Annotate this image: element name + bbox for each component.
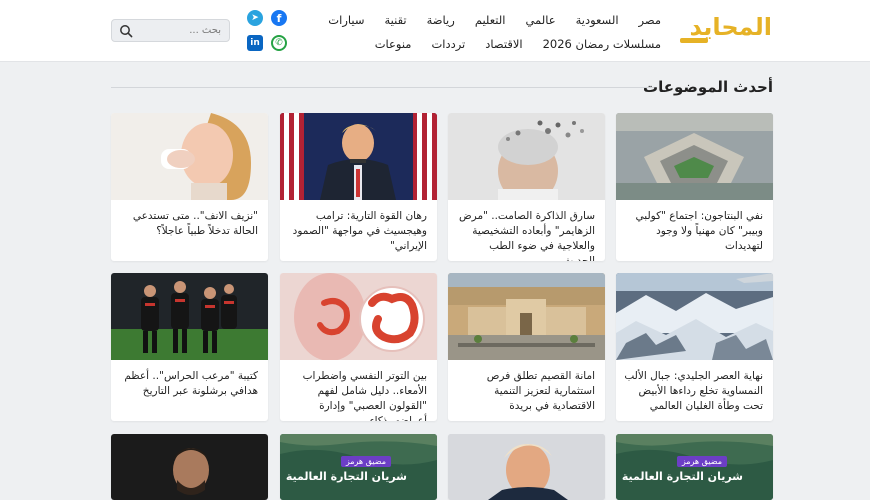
nav-item-sports[interactable]: رياضة	[417, 11, 465, 29]
article-image-trade-route: مضيق هرمز شريان التجارة العالمية	[280, 434, 437, 500]
article-title[interactable]: نهاية العصر الجليدي: جبال الألب النمساوي…	[616, 360, 773, 421]
article-card[interactable]: مضيق هرمز شريان التجارة العالمية	[616, 434, 773, 500]
article-card[interactable]: نفي البنتاجون: اجتماع "كولبي وبيبر" كان …	[616, 113, 773, 261]
article-card[interactable]: نهاية العصر الجليدي: جبال الألب النمساوي…	[616, 273, 773, 421]
search-input[interactable]	[141, 23, 221, 38]
main-nav-row-1: مصر السعودية عالمي التعليم رياضة تقنية س…	[318, 11, 661, 29]
article-card[interactable]: رهان القوة التارية: ترامب وهيجسيث في موا…	[280, 113, 437, 261]
whatsapp-icon[interactable]: ✆	[271, 35, 287, 51]
article-card[interactable]: مضيق هرمز شريان التجارة العالمية	[280, 434, 437, 500]
article-image-nosebleed	[111, 113, 268, 200]
article-image-trump-portrait	[448, 434, 605, 500]
article-card[interactable]	[448, 434, 605, 500]
facebook-icon[interactable]: f	[271, 10, 287, 26]
logo-accent	[680, 38, 708, 43]
article-title[interactable]: امانة القصيم تطلق فرص استثمارية لتعزيز ا…	[448, 360, 605, 421]
nav-item-misc[interactable]: منوعات	[365, 35, 422, 53]
article-image-qassim	[448, 273, 605, 360]
nav-item-saudi[interactable]: السعودية	[566, 11, 629, 29]
nav-item-world[interactable]: عالمي	[515, 11, 565, 29]
nav-item-tech[interactable]: تقنية	[374, 11, 416, 29]
article-title[interactable]: "نزيف الانف".. متى تستدعي الحالة تدخلاً …	[111, 200, 268, 261]
article-tag: مضيق هرمز	[340, 456, 391, 467]
nav-item-education[interactable]: التعليم	[465, 11, 516, 29]
logo-text: المحايد	[689, 13, 773, 41]
site-header: المحايد مصر السعودية عالمي التعليم رياضة…	[0, 0, 870, 62]
linkedin-icon[interactable]: in	[247, 35, 263, 51]
article-image-colon	[280, 273, 437, 360]
article-image-actor	[111, 434, 268, 500]
search-icon[interactable]	[119, 24, 133, 38]
article-image-pentagon	[616, 113, 773, 200]
article-title[interactable]: رهان القوة التارية: ترامب وهيجسيث في موا…	[280, 200, 437, 261]
nav-item-frequencies[interactable]: ترددات	[421, 35, 475, 53]
section-divider	[111, 87, 654, 88]
article-image-football	[111, 273, 268, 360]
nav-item-egypt[interactable]: مصر	[629, 11, 661, 29]
article-title[interactable]: كتيبة "مرعب الحراس".. أعظم هدافي برشلونة…	[111, 360, 268, 421]
article-title[interactable]: بين التوتر النفسي واضطراب الأمعاء.. دليل…	[280, 360, 437, 421]
article-title[interactable]: سارق الذاكرة الصامت.. "مرض الزهايمر" وأب…	[448, 200, 605, 261]
article-image-caption: شريان التجارة العالمية	[285, 470, 407, 483]
article-image-alps	[616, 273, 773, 360]
article-card[interactable]: كتيبة "مرعب الحراس".. أعظم هدافي برشلونة…	[111, 273, 268, 421]
article-image-trump-podium	[280, 113, 437, 200]
telegram-icon[interactable]: ➤	[247, 10, 263, 26]
article-card[interactable]: بين التوتر النفسي واضطراب الأمعاء.. دليل…	[280, 273, 437, 421]
article-title[interactable]: نفي البنتاجون: اجتماع "كولبي وبيبر" كان …	[616, 200, 773, 261]
article-image-trade-route: مضيق هرمز شريان التجارة العالمية	[616, 434, 773, 500]
article-card[interactable]: امانة القصيم تطلق فرص استثمارية لتعزيز ا…	[448, 273, 605, 421]
article-card[interactable]: "نزيف الانف".. متى تستدعي الحالة تدخلاً …	[111, 113, 268, 261]
site-logo[interactable]: المحايد	[676, 10, 776, 48]
search-box	[111, 19, 230, 42]
section-title: أحدث الموضوعات	[643, 78, 773, 96]
nav-item-cars[interactable]: سيارات	[318, 11, 374, 29]
article-image-alzheimer	[448, 113, 605, 200]
article-card[interactable]	[111, 434, 268, 500]
article-tag: مضيق هرمز	[676, 456, 727, 467]
article-image-caption: شريان التجارة العالمية	[621, 470, 743, 483]
article-card[interactable]: سارق الذاكرة الصامت.. "مرض الزهايمر" وأب…	[448, 113, 605, 261]
nav-item-ramadan-series[interactable]: مسلسلات رمضان 2026	[533, 35, 661, 53]
nav-item-economy[interactable]: الاقتصاد	[475, 35, 532, 53]
main-nav-row-2: مسلسلات رمضان 2026 الاقتصاد ترددات منوعا…	[365, 35, 661, 53]
